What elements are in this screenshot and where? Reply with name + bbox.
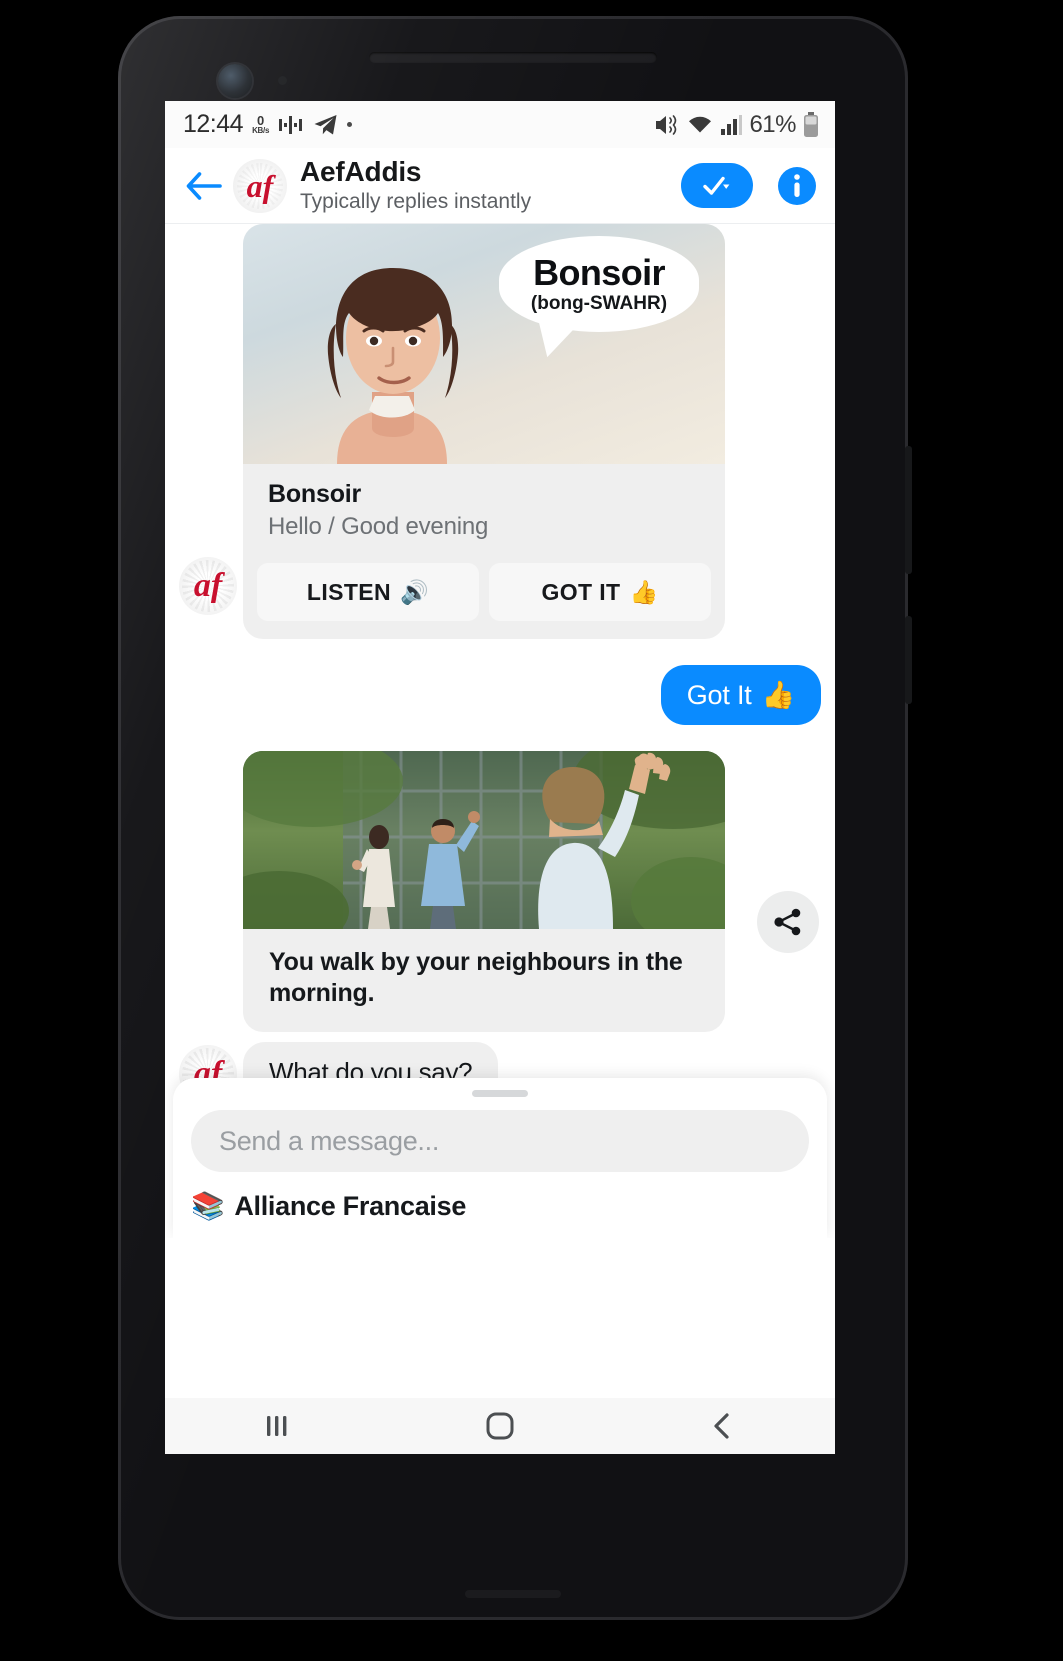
user-message-bubble: Got It 👍 (660, 665, 821, 725)
books-icon: 📚 (191, 1191, 225, 1221)
listen-button-label: LISTEN (306, 578, 392, 605)
android-nav-bar (165, 1398, 835, 1454)
status-bar-left: 12:44 0 KB/s (183, 110, 353, 139)
screenshot-stage: 12:44 0 KB/s 61% af AefAddis Typically r… (0, 0, 1063, 1661)
back-icon (714, 1413, 729, 1439)
wifi-icon (689, 116, 712, 134)
following-button[interactable] (681, 163, 753, 208)
dot-icon (347, 122, 353, 127)
recents-button[interactable] (232, 1404, 322, 1448)
check-chevron-icon (703, 176, 730, 195)
lesson-card-body: Bonsoir Hello / Good evening (243, 464, 725, 555)
scenario-card: You walk by your neighbours in the morni… (243, 751, 725, 1032)
scenario-photo (243, 751, 725, 929)
volume-button[interactable] (905, 616, 912, 704)
data-rate-unit: KB/s (252, 126, 270, 135)
scenario-card-body: You walk by your neighbours in the morni… (243, 929, 725, 1032)
back-arrow-icon (186, 171, 222, 200)
got-it-button-label: GOT IT (541, 578, 621, 605)
data-rate-indicator: 0 KB/s (252, 114, 269, 135)
page-title: AefAddis (300, 155, 422, 187)
app-header: af AefAddis Typically replies instantly (165, 148, 835, 224)
status-bar: 12:44 0 KB/s 61% (165, 101, 835, 148)
header-subtitle: Typically replies instantly (300, 190, 532, 214)
battery-icon (804, 111, 818, 137)
info-button[interactable] (775, 164, 819, 208)
recents-icon (266, 1416, 287, 1436)
earpiece-speaker (369, 52, 657, 63)
avatar[interactable]: af (233, 158, 287, 213)
lesson-card-subtitle: Hello / Good evening (268, 513, 489, 540)
signal-icon (721, 114, 743, 135)
woman-illustration (327, 268, 459, 464)
mute-icon (656, 114, 677, 135)
lesson-card: Bonsoir (bong-SWAHR) Bonsoir Hello / Goo… (243, 224, 725, 639)
status-bar-right: 61% (654, 111, 819, 139)
branding-label: Alliance Francaise (234, 1190, 467, 1221)
neighbours-photo (243, 751, 725, 929)
home-button[interactable] (455, 1404, 545, 1448)
thumbs-up-icon: 👍 (761, 680, 796, 710)
info-icon (778, 166, 816, 205)
power-button[interactable] (905, 446, 912, 574)
home-icon (486, 1412, 514, 1440)
branding-row: 📚 Alliance Francaise (191, 1190, 809, 1222)
scenario-caption: You walk by your neighbours in the morni… (269, 948, 683, 1008)
battery-percent: 61% (749, 110, 796, 138)
bottom-speaker (465, 1590, 561, 1598)
user-message-text: Got It (686, 679, 752, 710)
lesson-illustration: Bonsoir (bong-SWAHR) (243, 224, 725, 464)
speech-word: Bonsoir (533, 252, 665, 293)
back-button[interactable] (177, 159, 231, 213)
proximity-sensor (278, 76, 287, 85)
nav-back-button[interactable] (678, 1404, 768, 1448)
status-time: 12:44 (183, 110, 244, 138)
share-button[interactable] (757, 891, 819, 953)
message-row-user-reply: Got It 👍 (165, 665, 835, 725)
sheet-grabber[interactable] (472, 1090, 528, 1097)
lesson-card-title: Bonsoir (268, 480, 362, 508)
conversation-list[interactable]: af Bonsoir (bong-SWAHR) Bonsoir Hello / … (165, 224, 835, 1238)
message-row-scenario-card: You walk by your neighbours in the morni… (165, 751, 835, 1032)
share-icon (774, 908, 801, 936)
message-row-lesson-card: af Bonsoir (bong-SWAHR) Bonsoir Hello / … (165, 224, 835, 639)
phone-screen: 12:44 0 KB/s 61% af AefAddis Typically r… (165, 101, 835, 1454)
speech-bubble: Bonsoir (bong-SWAHR) (499, 236, 699, 332)
sender-avatar-label: af (193, 567, 223, 604)
equalizer-icon (279, 115, 303, 134)
sender-avatar: af (179, 557, 237, 615)
lesson-card-actions: LISTEN 🔊 GOT IT 👍 (243, 555, 725, 639)
header-text-group: AefAddis Typically replies instantly (300, 156, 681, 216)
speaker-icon: 🔊 (400, 578, 430, 605)
front-camera (218, 64, 252, 98)
telegram-icon (314, 114, 337, 134)
got-it-button[interactable]: GOT IT 👍 (489, 563, 711, 621)
listen-button[interactable]: LISTEN 🔊 (257, 563, 479, 621)
message-input[interactable]: Send a message... (191, 1110, 809, 1172)
avatar-label: af (246, 167, 274, 204)
composer-sheet: Send a message... 📚 Alliance Francaise (173, 1078, 827, 1238)
thumbs-up-icon: 👍 (629, 578, 659, 605)
speech-phonetic: (bong-SWAHR) (530, 293, 668, 314)
